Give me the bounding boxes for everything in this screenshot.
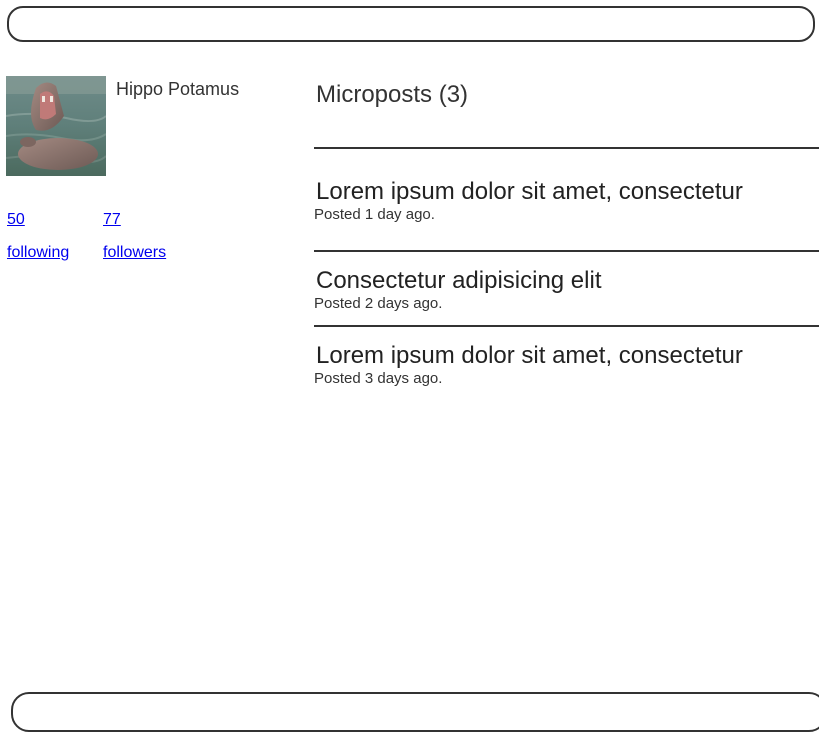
hippo-photo-icon	[6, 76, 106, 176]
micropost-timestamp: Posted 2 days ago.	[314, 295, 443, 312]
divider	[314, 147, 819, 149]
feed-title: Microposts (3)	[316, 81, 469, 108]
micropost: Lorem ipsum dolor sit amet, consectetur …	[314, 178, 819, 224]
followers-count-link[interactable]: 77	[103, 203, 166, 236]
footer-bar	[11, 692, 819, 732]
micropost-timestamp: Posted 1 day ago.	[314, 206, 435, 223]
following-label-link[interactable]: following	[7, 236, 69, 269]
followers-label-link[interactable]: followers	[103, 236, 166, 269]
avatar	[6, 76, 106, 176]
micropost-feed: Microposts (3) Lorem ipsum dolor sit ame…	[314, 78, 819, 388]
user-name: Hippo Potamus	[116, 79, 240, 99]
micropost: Lorem ipsum dolor sit amet, consectetur …	[314, 342, 819, 388]
followers-stat: 77 followers	[103, 203, 166, 269]
micropost-content: Lorem ipsum dolor sit amet, consectetur	[316, 178, 743, 205]
header-bar	[7, 6, 815, 42]
micropost-content: Lorem ipsum dolor sit amet, consectetur	[316, 342, 743, 369]
following-stat: 50 following	[7, 203, 69, 269]
micropost-timestamp: Posted 3 days ago.	[314, 370, 443, 387]
following-count-link[interactable]: 50	[7, 203, 69, 236]
divider	[314, 250, 819, 252]
divider	[314, 325, 819, 327]
micropost: Consectetur adipisicing elit Posted 2 da…	[314, 267, 819, 313]
micropost-content: Consectetur adipisicing elit	[316, 267, 602, 294]
